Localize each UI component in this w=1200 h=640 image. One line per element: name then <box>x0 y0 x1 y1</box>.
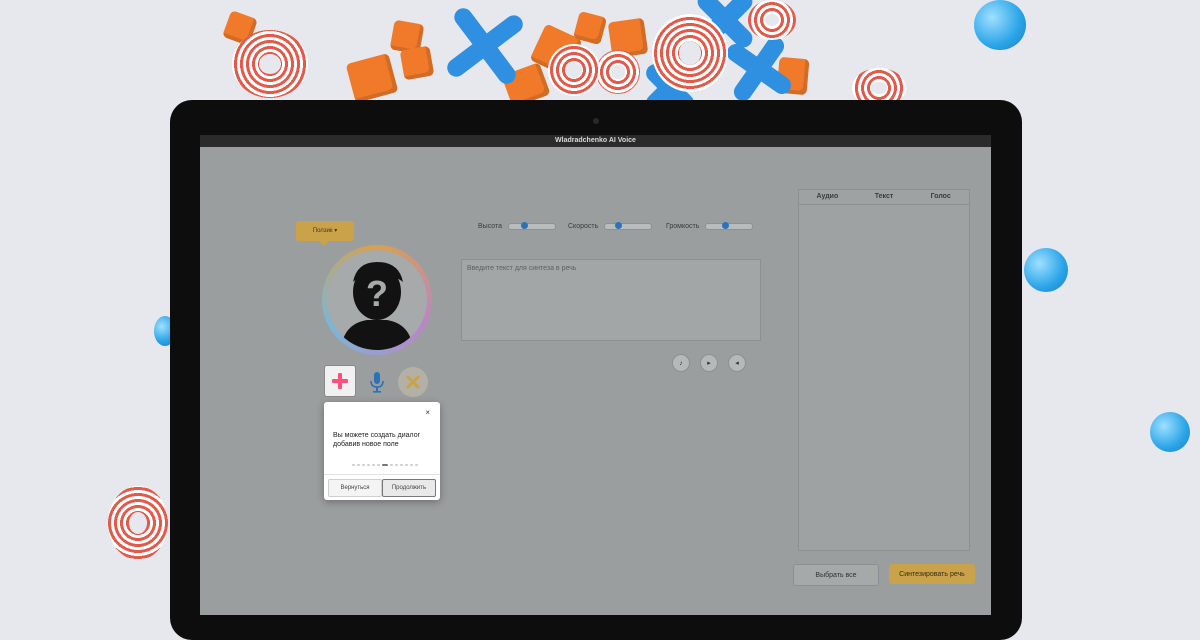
decor-cube <box>399 45 435 81</box>
column-text: Текст <box>874 193 894 200</box>
column-audio: Аудио <box>816 193 839 200</box>
speech-text-input[interactable]: Введите текст для синтеза в речь <box>461 259 761 341</box>
speed-slider-thumb[interactable] <box>615 222 623 229</box>
speed-slider[interactable] <box>604 222 653 230</box>
pitch-slider-group: Высота <box>478 222 557 230</box>
decor-cross <box>717 32 801 106</box>
laptop-frame: Wladradchenko AI Voice Ползик ▾ ? Высота… <box>170 100 1022 640</box>
volume-label: Громкость <box>666 223 700 230</box>
pitch-slider-thumb[interactable] <box>521 222 529 229</box>
volume-icon: ◂ <box>735 360 739 367</box>
step-dot <box>405 464 408 466</box>
results-table: Аудио Текст Голос <box>798 189 970 551</box>
step-dot <box>410 464 413 466</box>
decor-ball <box>1024 248 1068 292</box>
pitch-label: Высота <box>478 223 503 230</box>
cross-icon <box>406 375 420 389</box>
next-button[interactable]: Продолжить <box>382 479 436 497</box>
step-dot <box>400 464 403 466</box>
volume-slider-group: Громкость <box>666 222 754 230</box>
plus-icon <box>332 373 348 389</box>
volume-button[interactable]: ◂ <box>728 354 746 372</box>
column-voice: Голос <box>930 193 951 200</box>
volume-slider-thumb[interactable] <box>722 222 730 229</box>
step-dot <box>352 464 355 466</box>
decor-ring <box>108 486 168 560</box>
speaker-label: Ползик <box>312 228 333 234</box>
decor-ring <box>548 44 600 96</box>
avatar[interactable]: ? <box>322 245 432 355</box>
camera <box>593 118 599 124</box>
decor-cross <box>435 0 535 92</box>
close-icon[interactable]: × <box>425 408 430 417</box>
table-header: Аудио Текст Голос <box>799 190 969 205</box>
svg-text:?: ? <box>366 273 388 314</box>
decor-cube <box>345 52 399 104</box>
step-dot <box>367 464 370 466</box>
decor-ball <box>1150 412 1190 452</box>
step-dot <box>395 464 398 466</box>
volume-slider[interactable] <box>705 222 754 230</box>
speed-slider-group: Скорость <box>568 222 653 230</box>
step-indicator <box>352 464 418 466</box>
speaker-select[interactable]: Ползик ▾ <box>296 221 354 246</box>
step-dot <box>362 464 365 466</box>
speech-text-placeholder: Введите текст для синтеза в речь <box>467 265 577 272</box>
music-icon: ♪ <box>679 359 683 367</box>
record-button[interactable] <box>362 367 392 397</box>
window-title: Wladradchenko AI Voice <box>200 135 991 147</box>
step-dot <box>382 464 388 466</box>
app-window: Wladradchenko AI Voice Ползик ▾ ? Высота… <box>200 135 991 615</box>
step-dot <box>357 464 360 466</box>
decor-ring <box>748 0 796 40</box>
decor-ring <box>596 50 640 94</box>
synthesize-button[interactable]: Синтезировать речь <box>889 564 975 584</box>
step-dot <box>377 464 380 466</box>
tutorial-popup: × Вы можете создать диалог добавив новое… <box>324 402 440 500</box>
play-icon: ▸ <box>707 360 711 367</box>
decor-ring <box>652 14 728 92</box>
mic-icon <box>370 372 384 393</box>
popup-message: Вы можете создать диалог добавив новое п… <box>333 432 421 448</box>
step-dot <box>415 464 418 466</box>
select-all-button[interactable]: Выбрать все <box>793 564 879 586</box>
music-button[interactable]: ♪ <box>672 354 690 372</box>
add-field-button[interactable] <box>324 365 356 397</box>
step-dot <box>372 464 375 466</box>
delete-button[interactable] <box>398 367 428 397</box>
popup-divider <box>324 474 440 475</box>
chevron-down-icon: ▾ <box>332 228 338 234</box>
step-dot <box>390 464 393 466</box>
unknown-person-icon: ? <box>341 262 413 350</box>
decor-ring <box>232 30 308 98</box>
pitch-slider[interactable] <box>508 222 557 230</box>
speed-label: Скорость <box>568 223 599 230</box>
back-button[interactable]: Вернуться <box>328 479 382 497</box>
avatar-image: ? <box>327 250 427 350</box>
play-button[interactable]: ▸ <box>700 354 718 372</box>
app-content: Ползик ▾ ? Высота Скорость Громкость Вве… <box>200 147 991 615</box>
decor-ball <box>974 0 1026 50</box>
